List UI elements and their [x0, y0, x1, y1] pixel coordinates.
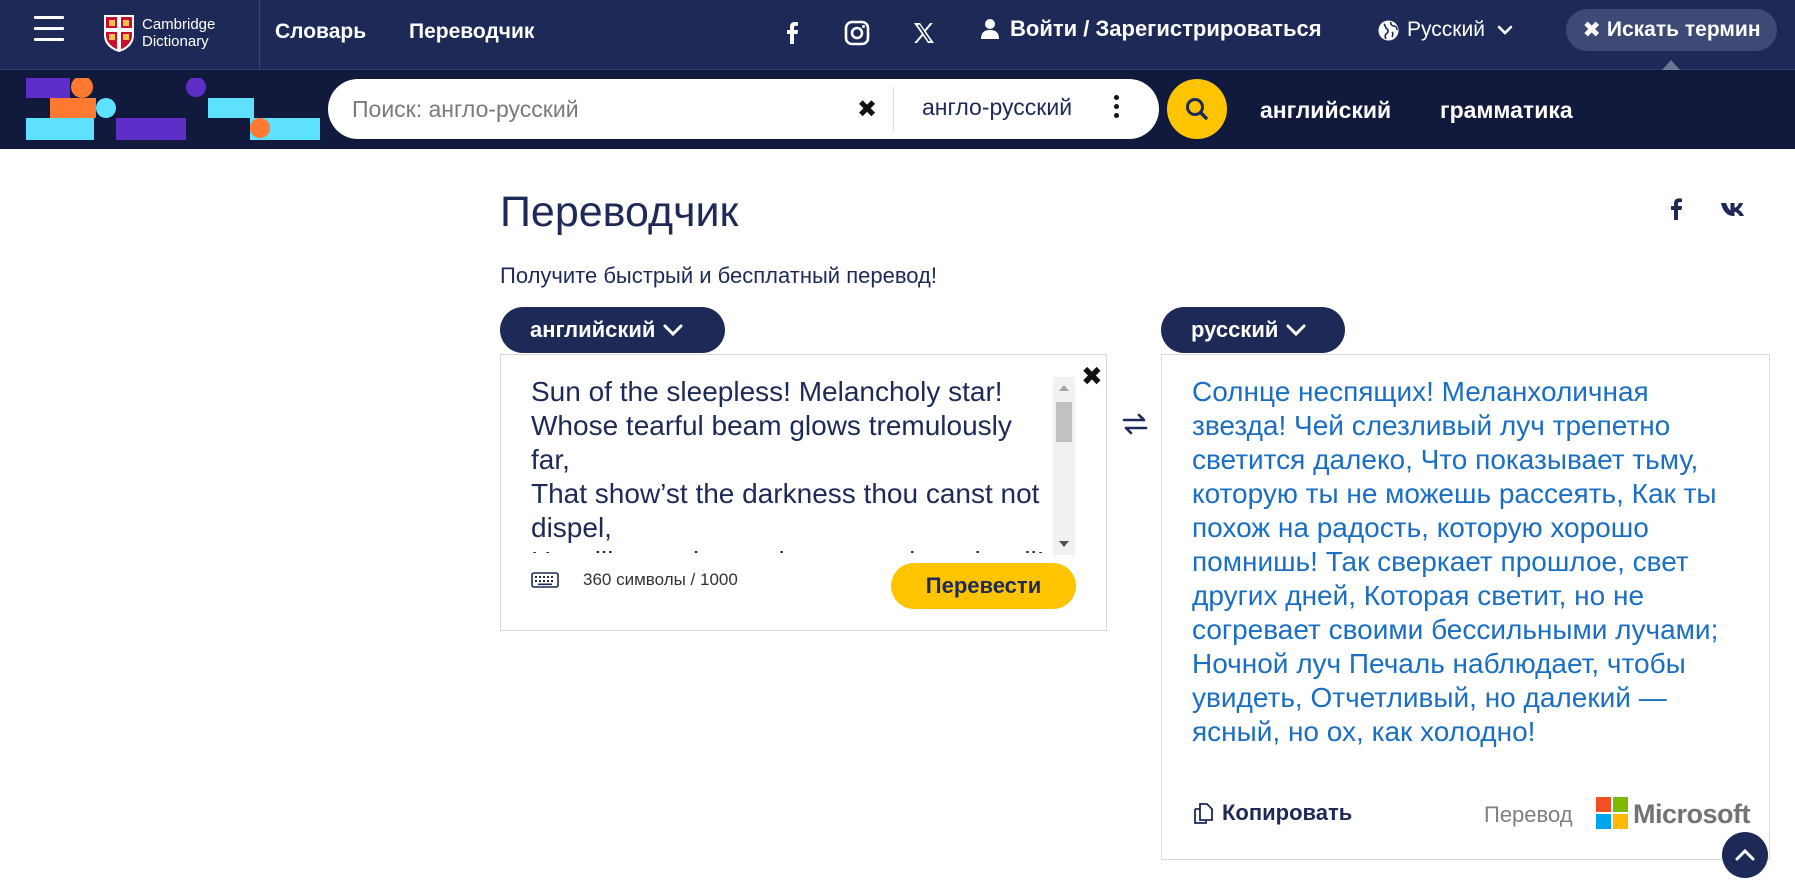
search-term-button[interactable]: ✖ Искать термин [1566, 9, 1777, 51]
microsoft-logo-icon [1596, 797, 1628, 829]
language-label: Русский [1407, 18, 1485, 41]
source-language-label: английский [530, 317, 656, 342]
source-language-selector[interactable]: английский [500, 307, 725, 353]
search-input[interactable] [350, 91, 860, 127]
nav-dictionary[interactable]: Словарь [275, 20, 366, 44]
facebook-icon[interactable] [1662, 195, 1690, 223]
scroll-down-icon[interactable] [1059, 541, 1069, 547]
menu-icon[interactable] [34, 16, 64, 42]
chevron-down-icon [1497, 25, 1513, 35]
page-title: Переводчик [500, 188, 739, 236]
copy-button[interactable]: Копировать [1192, 800, 1352, 826]
instagram-icon[interactable] [842, 18, 872, 48]
keyboard-icon[interactable] [531, 570, 559, 590]
target-text-panel: Солнце неспящих! Меланхоличная звезда! Ч… [1161, 354, 1770, 860]
user-icon [981, 19, 999, 39]
translate-button[interactable]: Перевести [891, 563, 1076, 609]
search-box: ✖ англо-русский [328, 79, 1159, 139]
character-counter: 360 символы / 1000 [583, 570, 738, 589]
language-selector[interactable]: Русский [1378, 18, 1513, 42]
logo-line-1: Cambridge [142, 16, 216, 33]
copy-icon [1194, 803, 1213, 824]
microsoft-wordmark: Microsoft [1633, 799, 1751, 829]
x-twitter-icon[interactable] [909, 18, 939, 48]
chevron-down-icon [1286, 324, 1306, 336]
search-button[interactable] [1167, 79, 1227, 139]
decorative-pattern [26, 78, 320, 140]
back-to-top-button[interactable] [1722, 832, 1768, 878]
source-textarea[interactable]: Sun of the sleepless! Melancholy star! W… [531, 375, 1051, 553]
chevron-down-icon [663, 324, 683, 336]
cambridge-logo[interactable]: Cambridge Dictionary [102, 12, 215, 54]
search-icon [1186, 98, 1208, 120]
search-term-label: Искать термин [1606, 18, 1761, 41]
clear-search-icon[interactable]: ✖ [857, 95, 877, 124]
logo-line-2: Dictionary [142, 33, 209, 50]
target-language-label: русский [1191, 317, 1279, 342]
target-language-selector[interactable]: русский [1161, 307, 1345, 353]
nav-english[interactable]: английский [1260, 97, 1391, 124]
logo-text: Cambridge Dictionary [142, 16, 215, 50]
login-link[interactable]: Войти / Зарегистрироваться [980, 16, 1322, 42]
search-bar: ✖ англо-русский английский грамматика [0, 70, 1795, 149]
translation-output: Солнце неспящих! Меланхоличная звезда! Ч… [1192, 376, 1719, 747]
nav-translator[interactable]: Переводчик [409, 20, 534, 44]
vk-icon[interactable] [1719, 195, 1747, 223]
copy-label: Копировать [1222, 800, 1353, 825]
cambridge-crest-icon [104, 15, 134, 52]
dropdown-notch [1662, 60, 1680, 70]
close-icon: ✖ [1582, 17, 1601, 42]
dictionary-selector[interactable]: англо-русский [922, 94, 1072, 121]
scrollbar-thumb[interactable] [1056, 402, 1072, 442]
scroll-up-icon[interactable] [1059, 385, 1069, 391]
swap-languages-icon[interactable] [1120, 409, 1150, 439]
login-label: Войти / Зарегистрироваться [1010, 16, 1322, 41]
source-scrollbar[interactable] [1053, 377, 1075, 555]
header-divider [259, 0, 260, 70]
globe-icon [1378, 20, 1399, 40]
search-divider [893, 87, 894, 131]
page-subtitle: Получите быстрый и бесплатный перевод! [500, 263, 937, 288]
more-options-icon[interactable] [1114, 95, 1120, 121]
clear-source-icon[interactable]: ✖ [1081, 361, 1103, 392]
facebook-icon[interactable] [777, 18, 807, 48]
top-bar: Cambridge Dictionary Словарь Переводчик … [0, 0, 1795, 70]
chevron-up-icon [1735, 848, 1755, 861]
powered-by-label: Перевод [1484, 802, 1573, 827]
source-text-panel: Sun of the sleepless! Melancholy star! W… [500, 354, 1107, 631]
nav-grammar[interactable]: грамматика [1440, 97, 1573, 124]
